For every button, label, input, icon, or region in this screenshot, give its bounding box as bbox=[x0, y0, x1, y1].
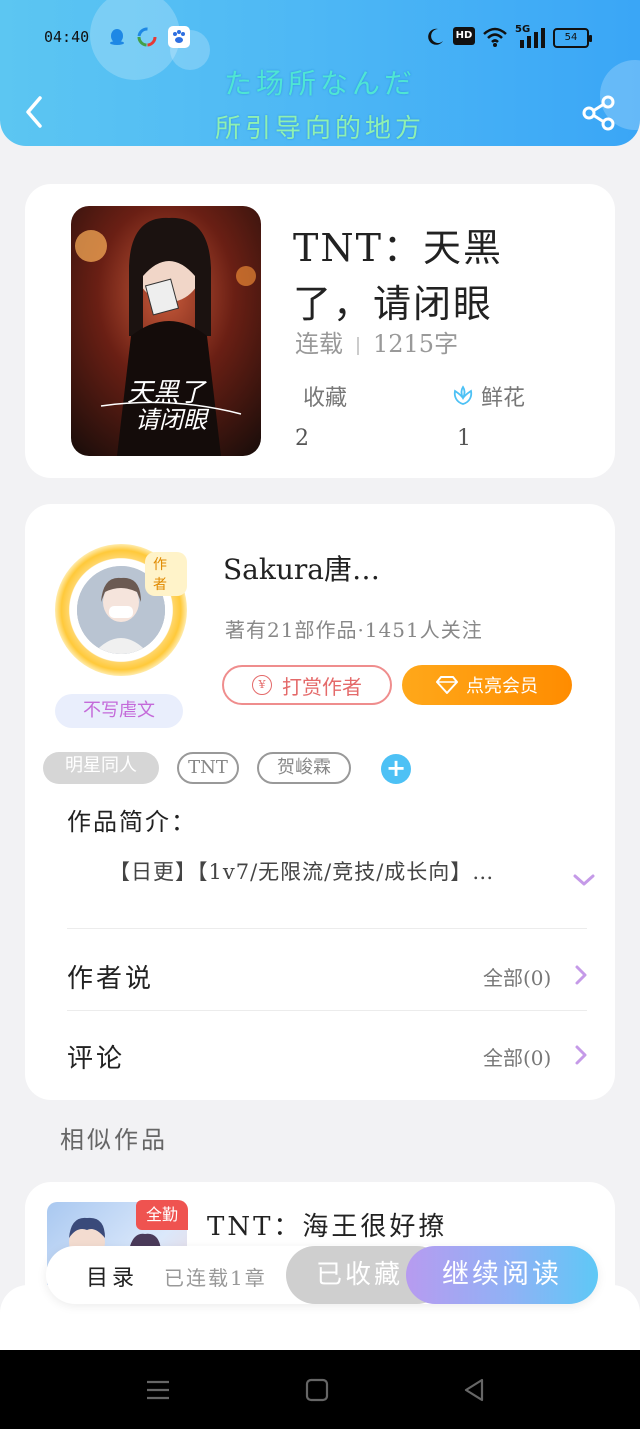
back-button[interactable] bbox=[20, 92, 50, 132]
intro-label: 作品简介： bbox=[67, 808, 197, 836]
author-badge: 不写虐文 bbox=[55, 694, 183, 728]
flowers-label: 鲜花 bbox=[481, 386, 526, 411]
plus-icon: + bbox=[385, 754, 407, 782]
author-avatar-frame[interactable]: 作者 bbox=[55, 544, 187, 676]
book-title: TNT：天黑了，请闭眼 bbox=[293, 226, 503, 326]
tip-author-label: 打赏作者 bbox=[282, 674, 362, 699]
book-meta: 连载 1215字 bbox=[295, 324, 458, 359]
hd-icon: HD bbox=[453, 27, 475, 45]
baidu-icon bbox=[168, 26, 190, 48]
meta-divider bbox=[357, 336, 359, 355]
book-word-count: 1215字 bbox=[373, 330, 459, 358]
continue-reading-button[interactable]: 继续阅读 bbox=[406, 1246, 598, 1304]
menu-icon[interactable] bbox=[143, 1376, 173, 1404]
similar-book-title: TNT：海王很好撩 bbox=[207, 1212, 448, 1242]
add-tag-button[interactable]: + bbox=[381, 754, 411, 784]
divider bbox=[67, 1010, 587, 1011]
divider bbox=[67, 928, 587, 929]
book-cover[interactable]: 天黑了 请闭眼 bbox=[71, 206, 261, 456]
tag-chip[interactable]: TNT bbox=[177, 752, 239, 784]
comments-more[interactable]: 全部(0) bbox=[483, 1042, 551, 1071]
header: 04:40 HD 5G 54 た场所なんだ 所引导向的地方 bbox=[0, 0, 640, 146]
chevron-right-icon[interactable] bbox=[573, 1044, 589, 1066]
tag-chip[interactable]: 明星同人 bbox=[43, 752, 159, 784]
coin-icon: ¥ bbox=[252, 675, 272, 695]
signal-icon bbox=[516, 28, 546, 52]
flowers-count: 1 bbox=[457, 426, 471, 451]
status-bar: 04:40 HD 5G 54 bbox=[0, 24, 640, 54]
author-stats: 著有21部作品·1451人关注 bbox=[225, 618, 483, 642]
expand-intro-button[interactable] bbox=[571, 870, 597, 890]
chapters-count: 已连载1章 bbox=[164, 1266, 267, 1290]
wifi-icon bbox=[482, 26, 508, 52]
tip-author-button[interactable]: ¥ 打赏作者 bbox=[222, 665, 392, 705]
share-button[interactable] bbox=[580, 94, 618, 132]
comments-label[interactable]: 评论 bbox=[67, 1038, 125, 1075]
home-icon[interactable] bbox=[302, 1376, 332, 1404]
flowers-stat: 鲜花 bbox=[451, 380, 525, 412]
diamond-icon bbox=[436, 676, 458, 694]
slogan-line-1: た场所なんだ bbox=[223, 67, 416, 100]
similar-section-title: 相似作品 bbox=[60, 1126, 168, 1154]
app-icon bbox=[136, 26, 158, 48]
author-name[interactable]: Sakura唐… bbox=[223, 548, 380, 588]
vip-label: 点亮会员 bbox=[466, 676, 538, 697]
qq-icon bbox=[106, 26, 128, 48]
chevron-down-icon bbox=[573, 874, 595, 886]
favorites-count: 2 bbox=[295, 426, 309, 451]
status-time: 04:40 bbox=[44, 28, 90, 46]
battery-icon: 54 bbox=[553, 28, 592, 48]
author-says-label[interactable]: 作者说 bbox=[67, 958, 154, 995]
book-status: 连载 bbox=[295, 330, 343, 358]
moon-icon bbox=[424, 26, 446, 52]
slogan-line-2: 所引导向的地方 bbox=[214, 114, 425, 144]
similar-book-badge: 全勤 bbox=[136, 1200, 188, 1230]
book-cover-image: 天黑了 请闭眼 bbox=[71, 206, 261, 456]
back-nav-icon[interactable] bbox=[460, 1376, 490, 1404]
catalog-button[interactable]: 目录 bbox=[86, 1260, 138, 1292]
intro-text[interactable]: 【日更】【1v7/无限流/竞技/成长向】… bbox=[67, 854, 537, 890]
author-says-more[interactable]: 全部(0) bbox=[483, 962, 551, 991]
system-nav-bar bbox=[0, 1350, 640, 1429]
svg-text:请闭眼: 请闭眼 bbox=[135, 406, 210, 434]
flower-icon bbox=[453, 385, 473, 405]
favorites-label: 收藏 bbox=[303, 386, 348, 411]
share-icon bbox=[582, 95, 615, 131]
tag-chip[interactable]: 贺峻霖 bbox=[257, 752, 351, 784]
author-tag: 作者 bbox=[145, 552, 187, 596]
author-card: 作者 不写虐文 Sakura唐… 著有21部作品·1451人关注 ¥ 打赏作者 … bbox=[25, 504, 615, 1100]
bottom-action-bar: 目录 已连载1章 已收藏 继续阅读 bbox=[46, 1246, 598, 1304]
chevron-right-icon[interactable] bbox=[573, 964, 589, 986]
book-info-card: 天黑了 请闭眼 TNT：天黑了，请闭眼 连载 1215字 收藏 2 鲜花 1 bbox=[25, 184, 615, 478]
back-arrow-icon bbox=[26, 96, 42, 128]
vip-button[interactable]: 点亮会员 bbox=[402, 665, 572, 705]
